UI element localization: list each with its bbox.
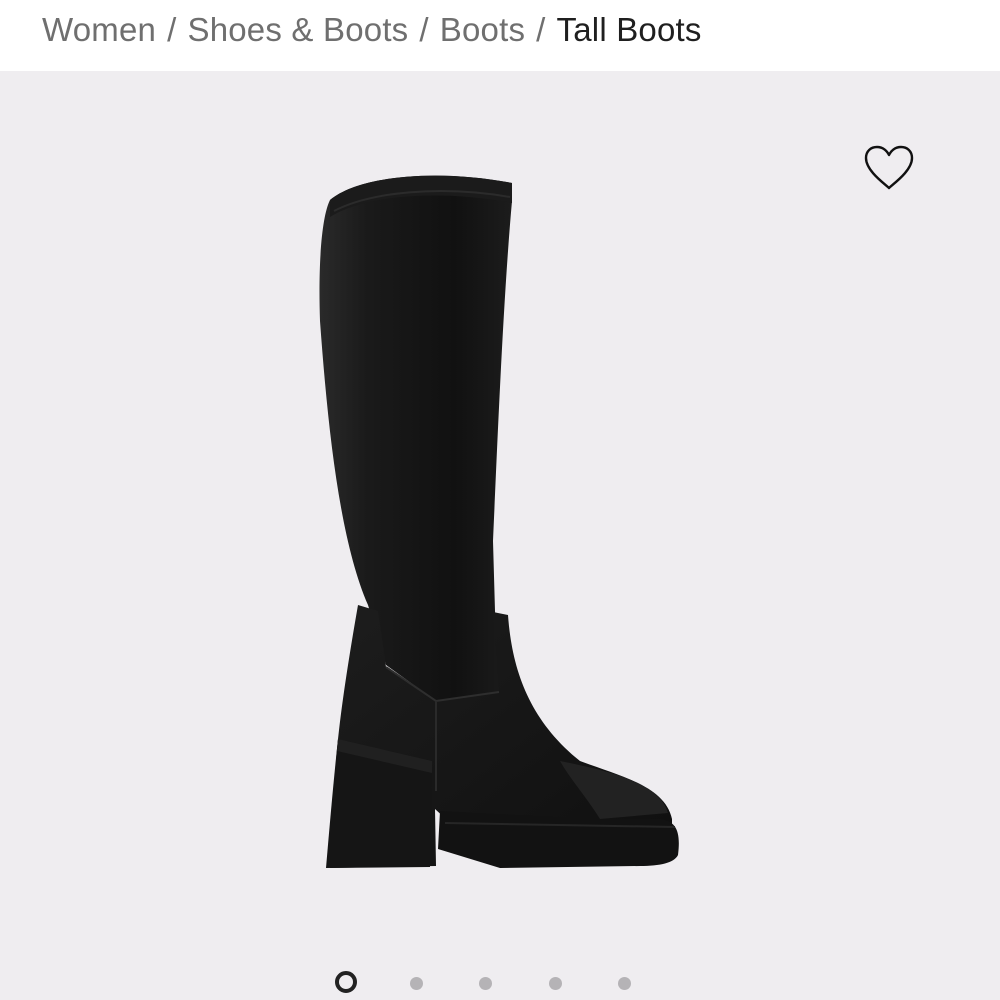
breadcrumb-separator: / — [167, 11, 177, 48]
breadcrumb-link-shoes-boots[interactable]: Shoes & Boots — [187, 11, 408, 49]
wishlist-button[interactable] — [859, 140, 919, 196]
product-image[interactable] — [0, 71, 1000, 1000]
breadcrumb: Women / Shoes & Boots / Boots / Tall Boo… — [42, 8, 702, 52]
carousel-dot-2[interactable] — [410, 977, 423, 990]
breadcrumb-separator: / — [419, 11, 429, 48]
carousel-pagination — [0, 968, 1000, 1000]
breadcrumb-link-boots[interactable]: Boots — [440, 11, 525, 49]
breadcrumb-link-women[interactable]: Women — [42, 11, 156, 49]
carousel-dot-4[interactable] — [549, 977, 562, 990]
carousel-dot-1[interactable] — [335, 971, 357, 993]
breadcrumb-current: Tall Boots — [556, 11, 702, 48]
breadcrumb-separator: / — [536, 11, 546, 48]
carousel-dot-3[interactable] — [479, 977, 492, 990]
product-image-gallery[interactable] — [0, 71, 1000, 1000]
carousel-dot-5[interactable] — [618, 977, 631, 990]
heart-outline-icon — [864, 145, 914, 190]
